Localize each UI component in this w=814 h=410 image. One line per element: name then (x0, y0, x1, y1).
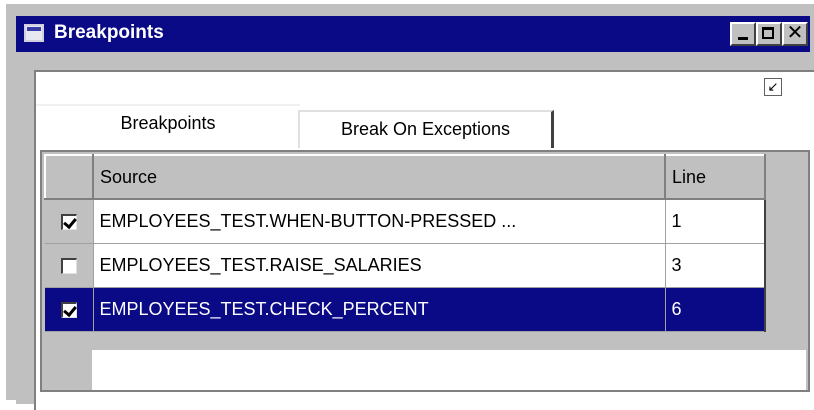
line-cell[interactable]: 6 (665, 287, 766, 332)
enabled-checkbox[interactable] (60, 301, 77, 318)
column-header-source[interactable]: Source (92, 154, 666, 200)
breakpoints-grid: Source Line EMPLOYEES_TEST.WHEN-BUTTON-P… (44, 154, 766, 332)
table-row[interactable]: EMPLOYEES_TEST.RAISE_SALARIES 3 (45, 243, 766, 288)
window-controls: ✕ (730, 22, 808, 46)
tab-break-on-exceptions[interactable]: Break On Exceptions (298, 110, 554, 148)
tab-breakpoints[interactable]: Breakpoints (36, 104, 300, 142)
source-cell[interactable]: EMPLOYEES_TEST.RAISE_SALARIES (93, 243, 666, 288)
close-button[interactable]: ✕ (782, 22, 808, 46)
enabled-checkbox[interactable] (60, 257, 77, 274)
enabled-cell (45, 287, 94, 332)
grid-header-filler (764, 154, 806, 198)
grid-empty-checkbox-column (44, 350, 92, 390)
column-header-line[interactable]: Line (664, 154, 766, 200)
enabled-checkbox[interactable] (60, 214, 77, 230)
enabled-cell (45, 243, 94, 288)
table-row[interactable]: EMPLOYEES_TEST.WHEN-BUTTON-PRESSED ... 1 (45, 199, 766, 244)
enabled-cell (45, 199, 94, 244)
line-cell[interactable]: 3 (665, 243, 766, 288)
title-bar[interactable]: Breakpoints ✕ (16, 16, 810, 52)
dock-icon[interactable]: ↙ (764, 78, 782, 96)
maximize-button[interactable] (756, 22, 782, 46)
minimize-button[interactable] (730, 22, 756, 46)
grid-header-row: Source Line (44, 154, 766, 200)
window-title: Breakpoints (54, 22, 164, 43)
checkbox-column-header (44, 154, 94, 200)
window-icon (24, 24, 44, 42)
source-cell[interactable]: EMPLOYEES_TEST.CHECK_PERCENT (93, 287, 666, 332)
line-cell[interactable]: 1 (665, 199, 766, 244)
source-cell[interactable]: EMPLOYEES_TEST.WHEN-BUTTON-PRESSED ... (93, 199, 666, 244)
grid-empty-area[interactable] (44, 350, 806, 390)
table-row-selected[interactable]: EMPLOYEES_TEST.CHECK_PERCENT 6 (45, 287, 766, 332)
